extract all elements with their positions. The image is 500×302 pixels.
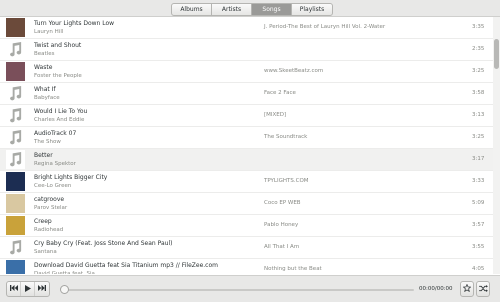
song-title: Creep xyxy=(34,218,52,225)
song-title: What If xyxy=(34,86,56,93)
song-title: Would I Lie To You xyxy=(34,108,88,115)
tab-albums[interactable]: Albums xyxy=(172,4,212,15)
song-artist: Charles And Eddie xyxy=(34,117,85,123)
song-title: Waste xyxy=(34,64,53,71)
song-album: TPYLIGHTS.COM xyxy=(264,178,309,184)
album-art xyxy=(6,260,25,274)
music-note-icon xyxy=(6,128,25,147)
song-duration: 3:58 xyxy=(472,90,485,96)
song-title: Download David Guetta feat Sia Titanium … xyxy=(34,262,218,269)
song-duration: 3:57 xyxy=(472,222,485,228)
song-list: Turn Your Lights Down Low Lauryn Hill J. P… xyxy=(0,17,493,274)
song-album: J. Period-The Best of Lauryn Hill Vol. 2… xyxy=(264,24,386,30)
view-switcher: Albums Artists Songs Playlists xyxy=(171,3,333,16)
song-duration: 3:17 xyxy=(472,156,485,162)
music-note-icon xyxy=(6,150,25,169)
song-row[interactable]: Bright Lights Bigger City Cee-Lo Green TPY… xyxy=(0,171,493,193)
song-artist: Santana xyxy=(34,249,57,255)
song-duration: 5:09 xyxy=(472,200,485,206)
song-row[interactable]: Better Regina Spektor 3:17 xyxy=(0,149,493,171)
shuffle-icon xyxy=(478,284,488,294)
song-artist: Cee-Lo Green xyxy=(34,183,72,189)
song-row[interactable]: catgroove Parov Stelar Coco EP WEB 5:09 xyxy=(0,193,493,215)
music-note-icon xyxy=(6,106,25,125)
next-icon xyxy=(38,285,46,293)
song-album: [MIXED] xyxy=(264,112,287,118)
tab-artists[interactable]: Artists xyxy=(212,4,252,15)
play-icon xyxy=(24,284,31,294)
song-artist: Parov Stelar xyxy=(34,205,68,211)
song-album: Nothing but the Beat xyxy=(264,266,322,272)
song-album: The Soundtrack xyxy=(264,134,308,140)
song-title: Cry Baby Cry (Feat. Joss Stone And Sean … xyxy=(34,240,173,247)
music-note-icon xyxy=(6,84,25,103)
tab-playlists[interactable]: Playlists xyxy=(292,4,332,15)
album-art xyxy=(6,216,25,235)
song-row[interactable]: Waste Foster the People www.SkeetBeatz.com… xyxy=(0,61,493,83)
song-title: Turn Your Lights Down Low xyxy=(34,20,115,27)
song-row[interactable]: Cry Baby Cry (Feat. Joss Stone And Sean … xyxy=(0,237,493,259)
song-title: Twist and Shout xyxy=(34,42,82,49)
song-album: www.SkeetBeatz.com xyxy=(264,68,324,74)
song-title: Bright Lights Bigger City xyxy=(34,174,108,181)
scrollbar-thumb[interactable] xyxy=(494,39,499,69)
song-title: Better xyxy=(34,152,53,159)
song-row[interactable]: AudioTrack 07 The Show The Soundtrack 3:25 xyxy=(0,127,493,149)
song-duration: 3:55 xyxy=(472,244,485,250)
song-artist: Regina Spektor xyxy=(34,161,76,167)
song-duration: 3:25 xyxy=(472,134,485,140)
song-row[interactable]: Twist and Shout Beatles 2:35 xyxy=(0,39,493,61)
song-artist: The Show xyxy=(34,139,61,145)
song-album: Pablo Honey xyxy=(264,222,299,228)
album-art xyxy=(6,194,25,213)
song-duration: 3:25 xyxy=(472,68,485,74)
song-artist: Radiohead xyxy=(34,227,64,233)
song-artist: David Guetta feat. Sia xyxy=(34,271,95,274)
song-album: Face 2 Face xyxy=(264,90,296,96)
song-duration: 3:13 xyxy=(472,112,485,118)
song-duration: 2:35 xyxy=(472,46,485,52)
player-toolbar: 00:00/00:00 xyxy=(0,275,500,302)
song-duration: 4:05 xyxy=(472,266,485,272)
song-artist: Beatles xyxy=(34,51,55,57)
song-row[interactable]: What If Babyface Face 2 Face 3:58 xyxy=(0,83,493,105)
previous-icon xyxy=(9,285,18,293)
time-readout: 00:00/00:00 xyxy=(419,286,453,292)
song-artist: Babyface xyxy=(34,95,60,101)
playback-controls xyxy=(6,281,50,297)
song-artist: Foster the People xyxy=(34,73,82,79)
progress-handle[interactable] xyxy=(60,285,69,294)
song-row[interactable]: Turn Your Lights Down Low Lauryn Hill J. P… xyxy=(0,17,493,39)
scrollbar[interactable] xyxy=(493,17,500,274)
album-art xyxy=(6,172,25,191)
favorite-button[interactable] xyxy=(460,281,474,297)
song-row[interactable]: Download David Guetta feat Sia Titanium … xyxy=(0,259,493,274)
tab-songs[interactable]: Songs xyxy=(252,4,292,15)
play-button[interactable] xyxy=(21,282,35,296)
progress-bar[interactable] xyxy=(64,289,414,291)
music-note-icon xyxy=(6,40,25,59)
next-button[interactable] xyxy=(35,282,49,296)
song-duration: 3:33 xyxy=(472,178,485,184)
music-note-icon xyxy=(6,238,25,257)
song-album: All That I Am xyxy=(264,244,300,250)
star-icon xyxy=(462,283,472,294)
previous-button[interactable] xyxy=(7,282,21,296)
header-bar: Albums Artists Songs Playlists xyxy=(0,0,500,17)
song-album: Coco EP WEB xyxy=(264,200,301,206)
album-art xyxy=(6,18,25,37)
song-row[interactable]: Creep Radiohead Pablo Honey 3:57 xyxy=(0,215,493,237)
shuffle-button[interactable] xyxy=(476,281,490,297)
song-duration: 3:35 xyxy=(472,24,485,30)
song-title: AudioTrack 07 xyxy=(34,130,77,137)
song-title: catgroove xyxy=(34,196,65,203)
song-row[interactable]: Would I Lie To You Charles And Eddie [MIXE… xyxy=(0,105,493,127)
song-artist: Lauryn Hill xyxy=(34,29,64,35)
album-art xyxy=(6,62,25,81)
